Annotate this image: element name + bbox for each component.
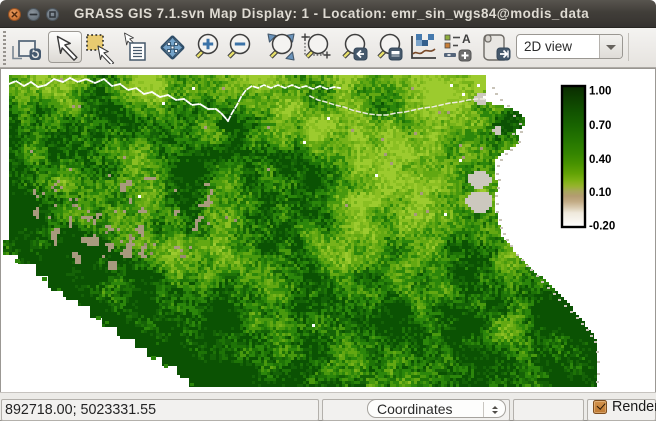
svg-text:1.00: 1.00 [589,86,611,98]
svg-text:0.70: 0.70 [589,120,611,132]
svg-text:-0.20: -0.20 [589,220,615,232]
svg-text:0.10: 0.10 [589,187,611,199]
svg-text:A: A [462,32,471,46]
svg-text:0.40: 0.40 [589,154,611,166]
